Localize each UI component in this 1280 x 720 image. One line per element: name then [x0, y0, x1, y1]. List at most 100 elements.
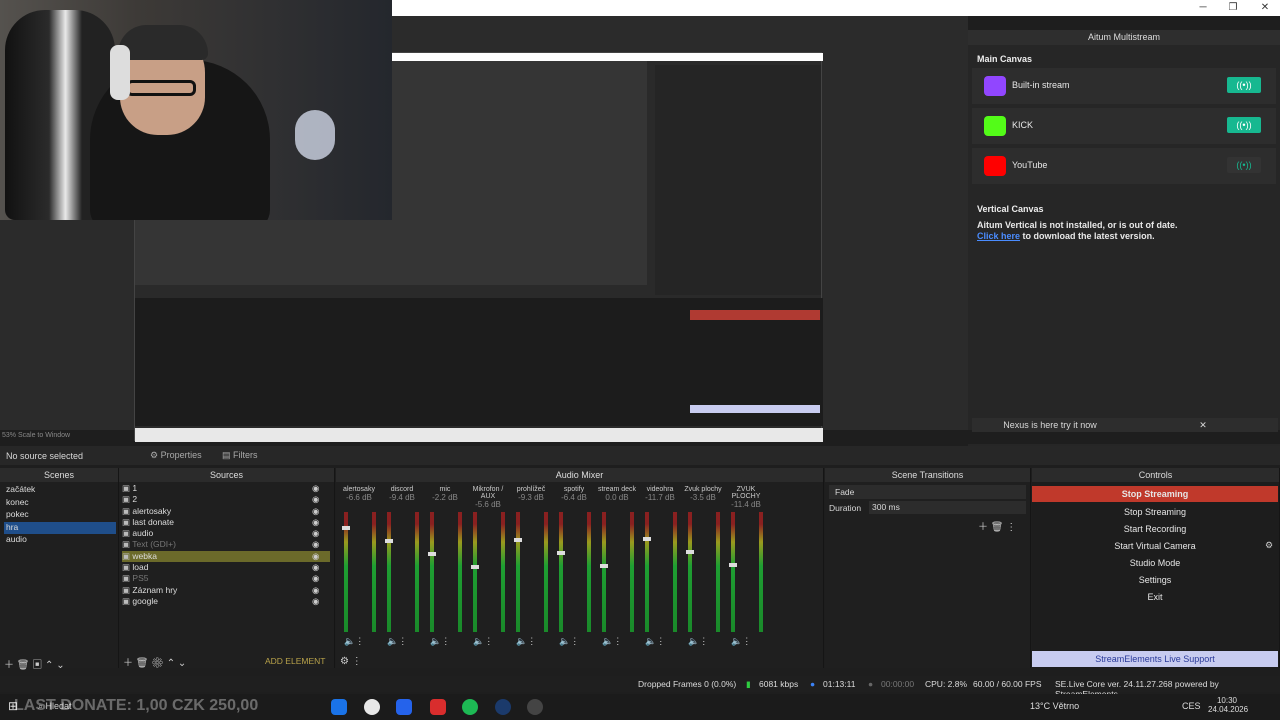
source-item[interactable]: ▣ google ◉	[122, 596, 330, 607]
transitions-title: Scene Transitions	[825, 468, 1030, 482]
start-recording-button[interactable]: Start Recording	[1032, 521, 1278, 537]
vertical-warning: Aitum Vertical is not installed, or is o…	[977, 220, 1178, 230]
transition-select[interactable]: Fade	[829, 485, 1026, 499]
volume-fader[interactable]	[643, 537, 651, 541]
spotify-icon[interactable]	[462, 699, 478, 715]
add-element-button[interactable]: ADD ELEMENT	[265, 656, 325, 666]
visibility-eye-icon[interactable]: ◉	[312, 573, 319, 584]
filters-button[interactable]: ▤ Filters	[222, 450, 258, 461]
volume-fader[interactable]	[514, 538, 522, 542]
mixer-settings-icon[interactable]: ⚙ ⋮	[340, 656, 362, 667]
visibility-eye-icon[interactable]: ◉	[312, 596, 319, 607]
transition-toolbar[interactable]: ＋ 🗑 ⋮	[978, 518, 1016, 533]
scene-item[interactable]: pokec	[4, 509, 116, 522]
steam-icon[interactable]	[495, 699, 511, 715]
taskbar-app-icon[interactable]	[396, 699, 412, 715]
visibility-eye-icon[interactable]: ◉	[312, 539, 319, 550]
volume-fader[interactable]	[385, 539, 393, 543]
visibility-eye-icon[interactable]: ◉	[312, 528, 319, 539]
volume-meter	[544, 512, 548, 632]
source-item[interactable]: ▣ Záznam hry ◉	[122, 585, 330, 596]
start-virtual-camera-button[interactable]: Start Virtual Camera	[1032, 538, 1278, 554]
visibility-eye-icon[interactable]: ◉	[312, 506, 319, 517]
taskbar-app-icon[interactable]	[331, 699, 347, 715]
scene-item[interactable]: audio	[4, 534, 116, 547]
chrome-icon[interactable]	[364, 699, 380, 715]
visibility-eye-icon[interactable]: ◉	[312, 494, 319, 505]
studio-mode-button[interactable]: Studio Mode	[1032, 555, 1278, 571]
properties-button[interactable]: ⚙ Properties	[150, 450, 202, 461]
remove-scene-icon[interactable]: 🗑	[17, 660, 30, 671]
volume-fader[interactable]	[686, 550, 694, 554]
mixer-channel: ZVUK PLOCHY -11.4 dB 🔈⋮	[725, 486, 767, 646]
stop-streaming-button[interactable]: Stop Streaming	[1032, 486, 1278, 502]
virtual-camera-gear-icon[interactable]: ⚙	[1265, 540, 1273, 551]
visibility-eye-icon[interactable]: ◉	[312, 483, 319, 494]
remove-source-icon[interactable]: 🗑	[136, 658, 149, 669]
settings-button[interactable]: Settings	[1032, 572, 1278, 588]
speaker-icon[interactable]: 🔈⋮	[559, 636, 579, 647]
source-item[interactable]: ▣ webka ◉	[122, 550, 330, 563]
speaker-icon[interactable]: 🔈⋮	[344, 636, 364, 647]
move-up-icon[interactable]: ⌃	[167, 658, 175, 669]
volume-meter	[716, 512, 720, 632]
restore-button[interactable]: ❐	[1218, 0, 1248, 16]
youtube-toggle[interactable]: ((•))	[1227, 157, 1261, 173]
scene-item[interactable]: začátek	[4, 484, 116, 497]
mixer-channel: spotify -6.4 dB 🔈⋮	[553, 486, 595, 646]
source-item[interactable]: ▣ PS5 ◉	[122, 573, 330, 584]
source-item[interactable]: ▣ 2 ◉	[122, 494, 330, 505]
speaker-icon[interactable]: 🔈⋮	[602, 636, 622, 647]
volume-fader[interactable]	[557, 551, 565, 555]
source-item[interactable]: ▣ last donate ◉	[122, 517, 330, 528]
add-source-icon[interactable]: ＋	[123, 658, 133, 669]
channel-name: mic	[439, 486, 451, 493]
volume-fader[interactable]	[600, 564, 608, 568]
speaker-icon[interactable]: 🔈⋮	[387, 636, 407, 647]
speaker-icon[interactable]: 🔈⋮	[645, 636, 665, 647]
twitch-toggle[interactable]: ((•))	[1227, 77, 1261, 93]
source-item[interactable]: ▣ 1 ◉	[122, 483, 330, 494]
language-indicator[interactable]: CES	[1182, 701, 1201, 711]
speaker-icon[interactable]: 🔈⋮	[731, 636, 751, 647]
obs-icon[interactable]	[527, 699, 543, 715]
close-button[interactable]: ✕	[1250, 0, 1280, 16]
download-link[interactable]: Click here	[977, 231, 1020, 241]
nexus-banner[interactable]: Nexus is here try it now	[972, 418, 1128, 432]
add-scene-icon[interactable]: ＋	[4, 660, 14, 671]
support-button[interactable]: StreamElements Live Support	[1032, 651, 1278, 667]
source-type-icon: ▣	[122, 483, 133, 493]
move-up-icon[interactable]: ⌃	[45, 660, 53, 671]
kick-toggle[interactable]: ((•))	[1227, 117, 1261, 133]
volume-fader[interactable]	[428, 552, 436, 556]
scene-filter-icon[interactable]: ▣	[32, 660, 42, 671]
move-down-icon[interactable]: ⌄	[178, 658, 186, 669]
speaker-icon[interactable]: 🔈⋮	[688, 636, 708, 647]
speaker-icon[interactable]: 🔈⋮	[430, 636, 450, 647]
visibility-eye-icon[interactable]: ◉	[312, 585, 319, 596]
source-item[interactable]: ▣ alertosaky ◉	[122, 506, 330, 517]
visibility-eye-icon[interactable]: ◉	[312, 517, 319, 528]
source-item[interactable]: ▣ load ◉	[122, 562, 330, 573]
scene-item[interactable]: hra	[4, 521, 116, 534]
speaker-icon[interactable]: 🔈⋮	[473, 636, 493, 647]
speaker-icon[interactable]: 🔈⋮	[516, 636, 536, 647]
stop-streaming-secondary[interactable]: Stop Streaming	[1032, 504, 1278, 520]
volume-fader[interactable]	[342, 526, 350, 530]
weather-widget[interactable]: 13°C Větrno	[1030, 701, 1079, 711]
taskbar-app-icon[interactable]	[430, 699, 446, 715]
minimize-button[interactable]: ─	[1188, 0, 1218, 16]
volume-fader[interactable]	[471, 565, 479, 569]
volume-fader[interactable]	[729, 563, 737, 567]
scene-item[interactable]: konec	[4, 497, 116, 510]
clock[interactable]: 10:30 24.04.2026	[1208, 696, 1248, 714]
duration-input[interactable]: 300 ms	[869, 501, 1026, 514]
visibility-eye-icon[interactable]: ◉	[312, 551, 319, 562]
source-item[interactable]: ▣ Text (GDI+) ◉	[122, 539, 330, 550]
exit-button[interactable]: Exit	[1032, 589, 1278, 605]
source-settings-icon[interactable]: ⚙	[151, 658, 164, 669]
visibility-eye-icon[interactable]: ◉	[312, 562, 319, 573]
move-down-icon[interactable]: ⌄	[56, 660, 64, 671]
nexus-close-icon[interactable]: ✕	[1128, 418, 1278, 432]
source-item[interactable]: ▣ audio ◉	[122, 528, 330, 539]
